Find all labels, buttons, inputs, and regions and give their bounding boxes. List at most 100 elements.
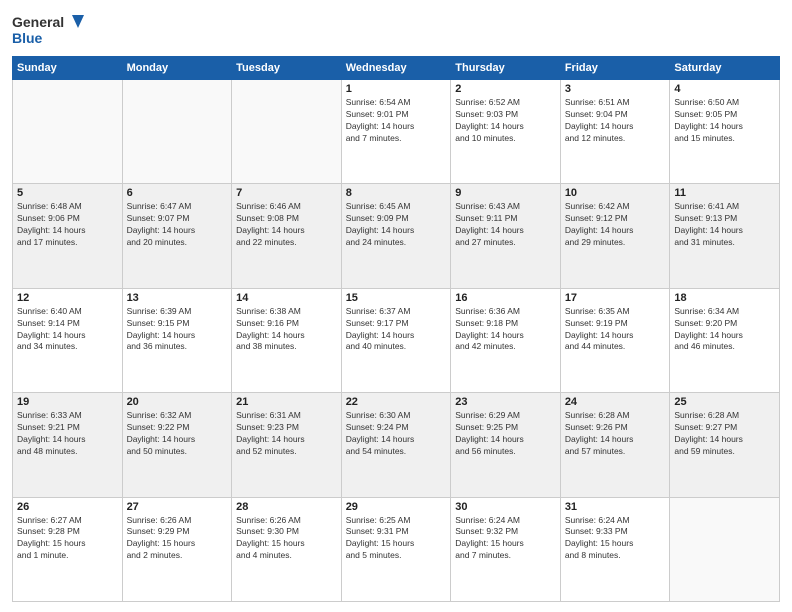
calendar-header-tuesday: Tuesday [232, 57, 342, 80]
calendar-week-0: 1Sunrise: 6:54 AM Sunset: 9:01 PM Daylig… [13, 80, 780, 184]
day-number: 2 [455, 83, 556, 95]
day-info: Sunrise: 6:47 AM Sunset: 9:07 PM Dayligh… [127, 201, 228, 249]
day-info: Sunrise: 6:28 AM Sunset: 9:26 PM Dayligh… [565, 410, 666, 458]
calendar-cell: 28 Sunrise: 6:26 AM Sunset: 9:30 PM Dayli… [232, 497, 342, 601]
day-info: Sunrise: 6:43 AM Sunset: 9:11 PM Dayligh… [455, 201, 556, 249]
day-info: Sunrise: 6:48 AM Sunset: 9:06 PM Dayligh… [17, 201, 118, 249]
calendar-cell: 10 Sunrise: 6:42 AM Sunset: 9:12 PM Dayli… [560, 184, 670, 288]
header: GeneralBlue [12, 10, 780, 50]
day-info: Sunrise: 6:54 AM Sunset: 9:01 PM Dayligh… [346, 97, 447, 145]
calendar-header-wednesday: Wednesday [341, 57, 451, 80]
calendar-header-row: SundayMondayTuesdayWednesdayThursdayFrid… [13, 57, 780, 80]
day-info: Sunrise: 6:32 AM Sunset: 9:22 PM Dayligh… [127, 410, 228, 458]
calendar-cell: 16 Sunrise: 6:36 AM Sunset: 9:18 PM Dayli… [451, 288, 561, 392]
day-info: Sunrise: 6:24 AM Sunset: 9:32 PM Dayligh… [455, 515, 556, 563]
calendar-cell: 27 Sunrise: 6:26 AM Sunset: 9:29 PM Dayli… [122, 497, 232, 601]
day-info: Sunrise: 6:51 AM Sunset: 9:04 PM Dayligh… [565, 97, 666, 145]
day-number: 8 [346, 187, 447, 199]
day-number: 13 [127, 292, 228, 304]
day-info: Sunrise: 6:33 AM Sunset: 9:21 PM Dayligh… [17, 410, 118, 458]
page: GeneralBlue SundayMondayTuesdayWednesday… [0, 0, 792, 612]
day-number: 18 [674, 292, 775, 304]
day-number: 30 [455, 501, 556, 513]
calendar-header-friday: Friday [560, 57, 670, 80]
calendar-week-1: 5 Sunrise: 6:48 AM Sunset: 9:06 PM Daylig… [13, 184, 780, 288]
day-info: Sunrise: 6:24 AM Sunset: 9:33 PM Dayligh… [565, 515, 666, 563]
calendar-week-3: 19 Sunrise: 6:33 AM Sunset: 9:21 PM Dayli… [13, 393, 780, 497]
calendar-cell: 7 Sunrise: 6:46 AM Sunset: 9:08 PM Daylig… [232, 184, 342, 288]
day-number: 26 [17, 501, 118, 513]
day-number: 23 [455, 396, 556, 408]
logo: GeneralBlue [12, 10, 87, 50]
day-info: Sunrise: 6:39 AM Sunset: 9:15 PM Dayligh… [127, 306, 228, 354]
logo-svg: GeneralBlue [12, 10, 87, 50]
day-number: 28 [236, 501, 337, 513]
calendar-cell: 15 Sunrise: 6:37 AM Sunset: 9:17 PM Dayli… [341, 288, 451, 392]
calendar-cell: 20 Sunrise: 6:32 AM Sunset: 9:22 PM Dayli… [122, 393, 232, 497]
day-info: Sunrise: 6:27 AM Sunset: 9:28 PM Dayligh… [17, 515, 118, 563]
day-number: 27 [127, 501, 228, 513]
day-number: 22 [346, 396, 447, 408]
calendar-week-4: 26 Sunrise: 6:27 AM Sunset: 9:28 PM Dayli… [13, 497, 780, 601]
day-number: 5 [17, 187, 118, 199]
calendar-cell: 6 Sunrise: 6:47 AM Sunset: 9:07 PM Daylig… [122, 184, 232, 288]
day-number: 29 [346, 501, 447, 513]
day-info: Sunrise: 6:26 AM Sunset: 9:30 PM Dayligh… [236, 515, 337, 563]
svg-text:Blue: Blue [12, 30, 43, 46]
calendar-cell: 13 Sunrise: 6:39 AM Sunset: 9:15 PM Dayli… [122, 288, 232, 392]
day-number: 9 [455, 187, 556, 199]
day-number: 21 [236, 396, 337, 408]
day-info: Sunrise: 6:28 AM Sunset: 9:27 PM Dayligh… [674, 410, 775, 458]
calendar-cell: 1Sunrise: 6:54 AM Sunset: 9:01 PM Daylig… [341, 80, 451, 184]
day-number: 10 [565, 187, 666, 199]
calendar-cell: 2 Sunrise: 6:52 AM Sunset: 9:03 PM Daylig… [451, 80, 561, 184]
day-number: 7 [236, 187, 337, 199]
day-number: 3 [565, 83, 666, 95]
calendar-cell: 25Sunrise: 6:28 AM Sunset: 9:27 PM Dayli… [670, 393, 780, 497]
calendar-cell: 5 Sunrise: 6:48 AM Sunset: 9:06 PM Daylig… [13, 184, 123, 288]
day-number: 31 [565, 501, 666, 513]
calendar-header-monday: Monday [122, 57, 232, 80]
day-info: Sunrise: 6:52 AM Sunset: 9:03 PM Dayligh… [455, 97, 556, 145]
calendar-cell: 24 Sunrise: 6:28 AM Sunset: 9:26 PM Dayli… [560, 393, 670, 497]
calendar-cell: 12Sunrise: 6:40 AM Sunset: 9:14 PM Dayli… [13, 288, 123, 392]
day-info: Sunrise: 6:45 AM Sunset: 9:09 PM Dayligh… [346, 201, 447, 249]
calendar-header-thursday: Thursday [451, 57, 561, 80]
calendar-cell: 3 Sunrise: 6:51 AM Sunset: 9:04 PM Daylig… [560, 80, 670, 184]
day-info: Sunrise: 6:37 AM Sunset: 9:17 PM Dayligh… [346, 306, 447, 354]
day-info: Sunrise: 6:29 AM Sunset: 9:25 PM Dayligh… [455, 410, 556, 458]
calendar-cell: 26 Sunrise: 6:27 AM Sunset: 9:28 PM Dayli… [13, 497, 123, 601]
day-info: Sunrise: 6:26 AM Sunset: 9:29 PM Dayligh… [127, 515, 228, 563]
calendar-cell: 18 Sunrise: 6:34 AM Sunset: 9:20 PM Dayli… [670, 288, 780, 392]
day-info: Sunrise: 6:42 AM Sunset: 9:12 PM Dayligh… [565, 201, 666, 249]
calendar-cell: 11Sunrise: 6:41 AM Sunset: 9:13 PM Dayli… [670, 184, 780, 288]
day-number: 15 [346, 292, 447, 304]
day-info: Sunrise: 6:38 AM Sunset: 9:16 PM Dayligh… [236, 306, 337, 354]
day-info: Sunrise: 6:36 AM Sunset: 9:18 PM Dayligh… [455, 306, 556, 354]
calendar-cell: 19 Sunrise: 6:33 AM Sunset: 9:21 PM Dayli… [13, 393, 123, 497]
calendar-cell [232, 80, 342, 184]
day-number: 12 [17, 292, 118, 304]
day-info: Sunrise: 6:46 AM Sunset: 9:08 PM Dayligh… [236, 201, 337, 249]
day-info: Sunrise: 6:25 AM Sunset: 9:31 PM Dayligh… [346, 515, 447, 563]
calendar-cell: 23 Sunrise: 6:29 AM Sunset: 9:25 PM Dayli… [451, 393, 561, 497]
day-number: 14 [236, 292, 337, 304]
day-info: Sunrise: 6:31 AM Sunset: 9:23 PM Dayligh… [236, 410, 337, 458]
day-number: 16 [455, 292, 556, 304]
calendar-cell: 9 Sunrise: 6:43 AM Sunset: 9:11 PM Daylig… [451, 184, 561, 288]
day-number: 24 [565, 396, 666, 408]
day-number: 17 [565, 292, 666, 304]
day-info: Sunrise: 6:34 AM Sunset: 9:20 PM Dayligh… [674, 306, 775, 354]
day-number: 20 [127, 396, 228, 408]
calendar-header-saturday: Saturday [670, 57, 780, 80]
day-number: 19 [17, 396, 118, 408]
calendar-cell: 17 Sunrise: 6:35 AM Sunset: 9:19 PM Dayli… [560, 288, 670, 392]
calendar-cell [13, 80, 123, 184]
calendar-cell: 8 Sunrise: 6:45 AM Sunset: 9:09 PM Daylig… [341, 184, 451, 288]
day-info: Sunrise: 6:35 AM Sunset: 9:19 PM Dayligh… [565, 306, 666, 354]
svg-text:General: General [12, 14, 64, 30]
calendar-cell [670, 497, 780, 601]
day-info: Sunrise: 6:41 AM Sunset: 9:13 PM Dayligh… [674, 201, 775, 249]
day-number: 6 [127, 187, 228, 199]
calendar-week-2: 12Sunrise: 6:40 AM Sunset: 9:14 PM Dayli… [13, 288, 780, 392]
